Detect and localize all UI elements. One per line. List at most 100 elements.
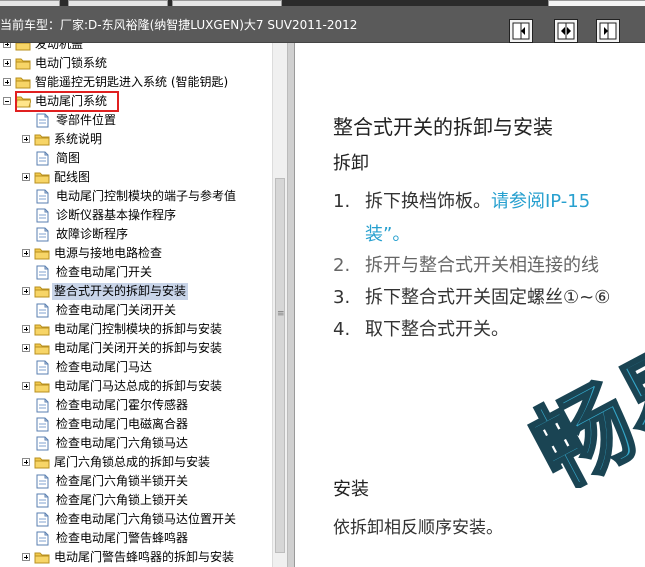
tree-item[interactable]: 整合式开关的拆卸与安装 xyxy=(0,282,272,301)
watermark-logo: 畅易 xyxy=(514,318,645,488)
document-icon xyxy=(36,113,49,131)
folder-icon xyxy=(15,56,31,73)
folder-icon xyxy=(15,43,31,54)
tree-item-label: 检查尾门六角锁上锁开关 xyxy=(56,493,189,507)
tree-item[interactable]: 检查电动尾门开关 xyxy=(0,263,272,282)
step-3: 3. 拆下整合式开关固定螺丝①~⑥ xyxy=(333,287,611,308)
tree-item[interactable]: 尾门六角锁总成的拆卸与安装 xyxy=(0,453,272,472)
tree-item[interactable]: 故障诊断程序 xyxy=(0,225,272,244)
tree-item[interactable]: 配线图 xyxy=(0,168,272,187)
document-icon xyxy=(36,303,49,321)
tree-item-label: 检查电动尾门六角锁马达位置开关 xyxy=(56,512,237,526)
tree-item-label: 发动机盖 xyxy=(35,43,84,51)
expand-plus-icon[interactable] xyxy=(22,553,30,561)
tree-item[interactable]: 电动门锁系统 xyxy=(0,54,272,73)
tree-item[interactable]: 检查电动尾门霍尔传感器 xyxy=(0,396,272,415)
tree-item[interactable]: 简图 xyxy=(0,149,272,168)
step-2: 2. 拆开与整合式开关相连接的线 xyxy=(333,255,599,276)
tree-item-label: 电动尾门马达总成的拆卸与安装 xyxy=(54,379,223,393)
tree-item[interactable]: 电动尾门马达总成的拆卸与安装 xyxy=(0,377,272,396)
expand-both-button[interactable] xyxy=(554,19,578,43)
folder-icon xyxy=(34,322,50,339)
expand-plus-icon[interactable] xyxy=(22,344,30,352)
tree-item-label: 智能遥控无钥匙进入系统 (智能钥匙) xyxy=(35,75,229,89)
expand-plus-icon[interactable] xyxy=(3,43,11,48)
document-icon xyxy=(36,474,49,492)
tree-item[interactable]: 电动尾门系统 xyxy=(0,91,272,112)
tree-item[interactable]: 电动尾门控制模块的拆卸与安装 xyxy=(0,320,272,339)
page-title: 整合式开关的拆卸与安装 xyxy=(333,115,553,139)
document-icon xyxy=(36,208,49,226)
folder-icon xyxy=(34,341,50,358)
tree-item[interactable]: 诊断仪器基本操作程序 xyxy=(0,206,272,225)
expand-plus-icon[interactable] xyxy=(22,135,30,143)
expand-plus-icon[interactable] xyxy=(22,458,30,466)
tree-item[interactable]: 零部件位置 xyxy=(0,111,272,130)
tree-item[interactable]: 检查尾门六角锁上锁开关 xyxy=(0,491,272,510)
scrollbar-grip-icon: ≡ xyxy=(277,309,285,319)
tree-item-label: 电动尾门警告蜂鸣器的拆卸与安装 xyxy=(54,550,235,564)
tree-item[interactable]: 检查电动尾门马达 xyxy=(0,358,272,377)
tree-item-label: 检查电动尾门开关 xyxy=(56,265,153,279)
pane-splitter[interactable] xyxy=(287,43,295,567)
tree-item[interactable]: 电源与接地电路检查 xyxy=(0,244,272,263)
install-heading: 安装 xyxy=(333,479,369,500)
expand-plus-icon[interactable] xyxy=(22,325,30,333)
tree-item-label: 故障诊断程序 xyxy=(56,227,129,241)
tree-item-label: 配线图 xyxy=(54,170,91,184)
step-4: 4. 取下整合式开关。 xyxy=(333,319,509,340)
step-1: 1. 拆下换档饰板。请参阅IP-15 xyxy=(333,191,591,212)
expand-plus-icon[interactable] xyxy=(3,78,11,86)
document-icon xyxy=(36,512,49,530)
tree-item[interactable]: 检查电动尾门电磁离合器 xyxy=(0,415,272,434)
tree-item-label: 系统说明 xyxy=(54,132,103,146)
tree-item-label: 电动尾门关闭开关的拆卸与安装 xyxy=(54,341,223,355)
folder-icon xyxy=(34,379,50,396)
tree-item-label: 检查电动尾门电磁离合器 xyxy=(56,417,189,431)
tree-item[interactable]: 检查电动尾门六角锁马达 xyxy=(0,434,272,453)
document-icon xyxy=(36,227,49,245)
expand-right-button[interactable] xyxy=(596,19,620,43)
tree-item-label: 电源与接地电路检查 xyxy=(54,246,163,260)
tree-item[interactable]: 电动尾门关闭开关的拆卸与安装 xyxy=(0,339,272,358)
scrollbar-thumb[interactable] xyxy=(275,178,285,553)
category-tree[interactable]: 发动机盖电动门锁系统智能遥控无钥匙进入系统 (智能钥匙) 电动尾门系统 零部件位置系… xyxy=(0,43,272,567)
folder-icon xyxy=(34,170,50,187)
tree-item-label: 诊断仪器基本操作程序 xyxy=(56,208,177,222)
document-icon xyxy=(36,493,49,511)
expand-plus-icon[interactable] xyxy=(3,59,11,67)
tree-item-label: 整合式开关的拆卸与安装 xyxy=(52,283,189,300)
arrows-split-icon xyxy=(557,22,575,40)
document-icon xyxy=(36,531,49,549)
reference-link[interactable]: 请参阅IP-15 xyxy=(491,191,590,212)
svg-text:畅易: 畅易 xyxy=(516,320,645,488)
collapse-minus-icon[interactable] xyxy=(3,97,11,105)
tree-item[interactable]: 智能遥控无钥匙进入系统 (智能钥匙) xyxy=(0,73,272,92)
tree-item[interactable]: 系统说明 xyxy=(0,130,272,149)
removal-heading: 拆卸 xyxy=(333,153,369,174)
tree-item-label: 电动尾门控制模块的拆卸与安装 xyxy=(54,322,223,336)
tree-item[interactable]: 检查电动尾门六角锁马达位置开关 xyxy=(0,510,272,529)
folder-icon xyxy=(34,132,50,149)
tree-item[interactable]: 发动机盖 xyxy=(0,43,272,54)
tree-item-label: 电动尾门控制模块的端子与参考值 xyxy=(56,189,237,203)
document-icon xyxy=(36,417,49,435)
tree-item[interactable]: 电动尾门控制模块的端子与参考值 xyxy=(0,187,272,206)
tree-item-label: 尾门六角锁总成的拆卸与安装 xyxy=(54,455,211,469)
collapse-left-button[interactable] xyxy=(509,19,533,43)
expand-plus-icon[interactable] xyxy=(22,382,30,390)
tree-item[interactable]: 检查尾门六角锁半锁开关 xyxy=(0,472,272,491)
expand-plus-icon[interactable] xyxy=(22,249,30,257)
tree-item-label: 简图 xyxy=(56,151,81,165)
document-icon xyxy=(36,360,49,378)
tree-item-label: 检查尾门六角锁半锁开关 xyxy=(56,474,189,488)
expand-plus-icon[interactable] xyxy=(22,173,30,181)
tree-item[interactable]: 检查电动尾门警告蜂鸣器 xyxy=(0,529,272,548)
tree-item[interactable]: 检查电动尾门关闭开关 xyxy=(0,301,272,320)
expand-plus-icon[interactable] xyxy=(22,287,30,295)
tree-item-label: 检查电动尾门马达 xyxy=(56,360,153,374)
document-icon xyxy=(36,189,49,207)
step-1-continued[interactable]: 装”。 xyxy=(365,220,410,246)
tree-item[interactable]: 电动尾门警告蜂鸣器的拆卸与安装 xyxy=(0,548,272,567)
tree-scrollbar[interactable]: ≡ xyxy=(272,43,288,567)
